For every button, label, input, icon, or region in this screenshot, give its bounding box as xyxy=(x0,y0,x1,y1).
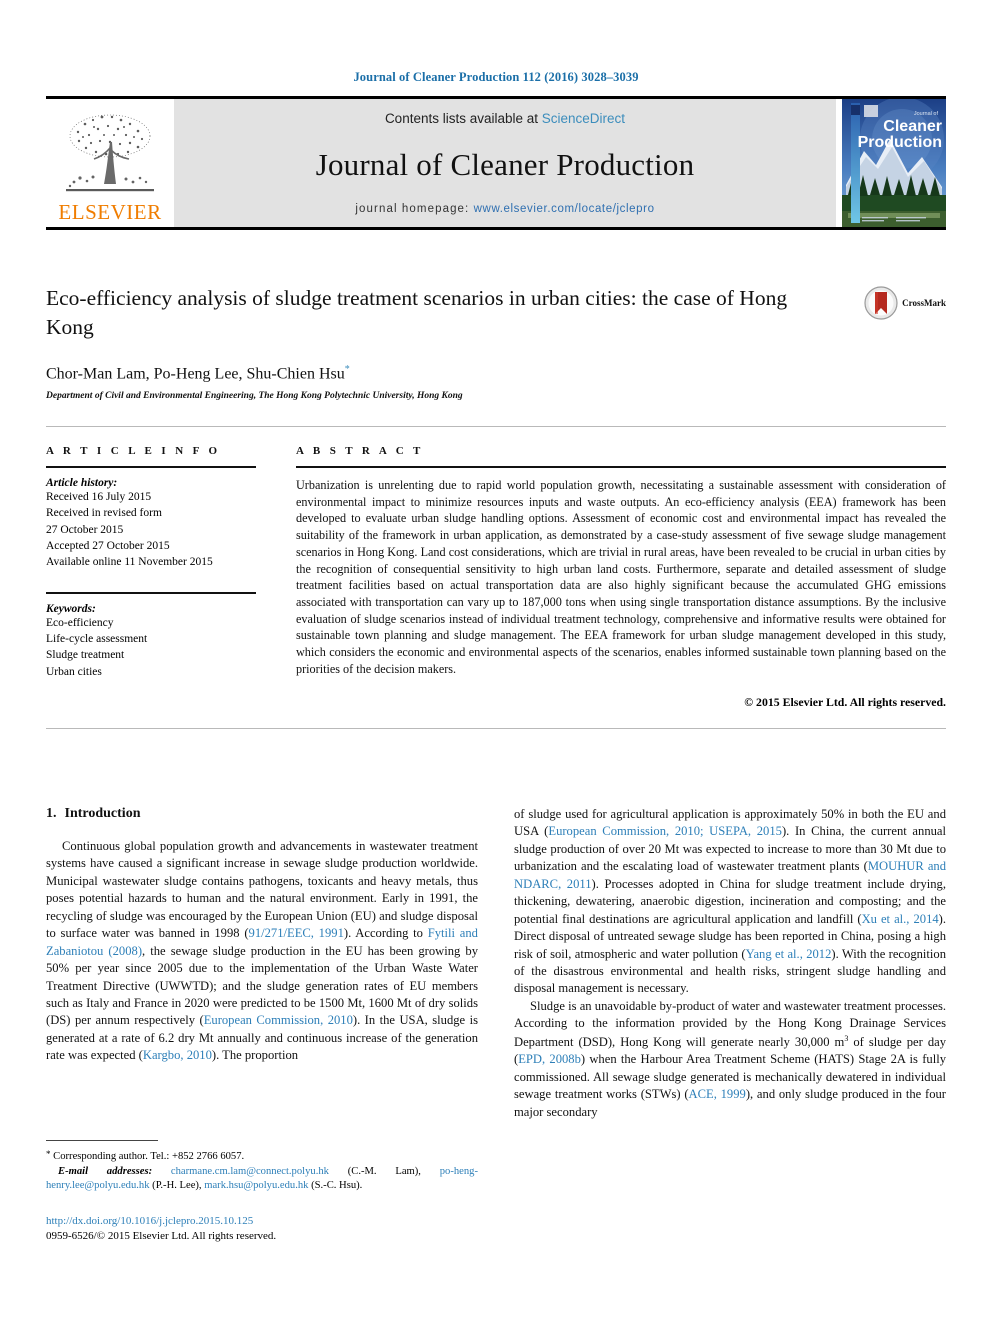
copyright-line: © 2015 Elsevier Ltd. All rights reserved… xyxy=(744,695,946,710)
contents-line: Contents lists available at ScienceDirec… xyxy=(385,111,625,126)
article-info-heading: A R T I C L E I N F O xyxy=(46,445,221,457)
history-item: Received in revised form xyxy=(46,507,162,520)
corresponding-author-note: * Corresponding author. Tel.: +852 2766 … xyxy=(46,1148,478,1165)
history-item: Available online 11 November 2015 xyxy=(46,556,213,569)
footnote-rule xyxy=(46,1140,158,1141)
title-block: Eco-efficiency analysis of sludge treatm… xyxy=(46,284,946,401)
elsevier-tree-icon xyxy=(66,114,154,192)
journal-masthead: ELSEVIER Contents lists available at Sci… xyxy=(46,96,946,230)
abstract-divider xyxy=(296,466,946,468)
article-info-column: A R T I C L E I N F O Article history: R… xyxy=(46,445,278,710)
citation-link[interactable]: 91/271/EEC, 1991 xyxy=(249,926,344,940)
doi-link[interactable]: http://dx.doi.org/10.1016/j.jclepro.2015… xyxy=(46,1214,478,1230)
email-note: E-mail addresses: charmane.cm.lam@connec… xyxy=(46,1165,478,1194)
keyword-item: Life-cycle assessment xyxy=(46,632,148,645)
email-addresses-label: E-mail addresses: xyxy=(58,1165,153,1177)
footnote-block: * Corresponding author. Tel.: +852 2766 … xyxy=(46,1140,478,1245)
citation-link[interactable]: Kargbo, 2010 xyxy=(143,1048,212,1062)
page-title: Eco-efficiency analysis of sludge treatm… xyxy=(46,286,788,340)
history-item: Received 16 July 2015 xyxy=(46,491,152,503)
text-run: ). According to xyxy=(343,926,428,941)
article-page: Journal of Cleaner Production 112 (2016)… xyxy=(0,0,992,1323)
right-column: of sludge used for agricultural applicat… xyxy=(514,806,946,1121)
section-heading-introduction: 1. Introduction xyxy=(46,806,478,822)
info-abstract-panel: A R T I C L E I N F O Article history: R… xyxy=(46,426,946,730)
text-run: Corresponding author. Tel.: +852 2766 60… xyxy=(50,1151,245,1162)
article-history-list: Received 16 July 2015 Received in revise… xyxy=(46,489,256,571)
abstract-heading: A B S T R A C T xyxy=(296,445,424,457)
citation-link[interactable]: Yang et al., 2012 xyxy=(746,947,832,961)
keyword-item: Urban cities xyxy=(46,665,102,678)
corresponding-author-marker: * xyxy=(344,364,350,376)
journal-title: Journal of Cleaner Production xyxy=(315,146,695,182)
contents-prefix: Contents lists available at xyxy=(384,111,542,126)
masthead-center: Contents lists available at ScienceDirec… xyxy=(174,99,836,227)
section-title: Introduction xyxy=(64,806,141,821)
body-columns: 1. Introduction Continuous global populat… xyxy=(46,806,946,1242)
text-run: Continuous global population growth and … xyxy=(46,839,478,941)
keyword-item: Eco-efficiency xyxy=(46,616,114,629)
citation-link[interactable]: Xu et al., 2014 xyxy=(862,912,939,926)
citation-link[interactable]: European Commission, 2010 xyxy=(204,1013,353,1027)
citation-link[interactable]: ACE, 1999 xyxy=(689,1087,746,1101)
svg-text:Journal of: Journal of xyxy=(914,111,939,117)
left-column: 1. Introduction Continuous global populat… xyxy=(46,806,478,1242)
homepage-prefix: journal homepage: xyxy=(355,203,474,215)
email-link[interactable]: charmane.cm.lam@connect.polyu.hk xyxy=(171,1166,329,1177)
citation-link[interactable]: EPD, 2008b xyxy=(518,1052,581,1066)
author-names: Chor-Man Lam, Po-Heng Lee, Shu-Chien Hsu xyxy=(46,365,345,383)
journal-homepage-line: journal homepage: www.elsevier.com/locat… xyxy=(355,203,654,215)
article-history-label: Article history: xyxy=(46,477,118,489)
keywords-list: Eco-efficiency Life-cycle assessment Slu… xyxy=(46,615,256,680)
doi-block: http://dx.doi.org/10.1016/j.jclepro.2015… xyxy=(46,1214,478,1245)
running-head: Journal of Cleaner Production 112 (2016)… xyxy=(353,70,639,84)
paragraph-intro-right-1: of sludge used for agricultural applicat… xyxy=(514,806,946,998)
text-run: ). The proportion xyxy=(211,1048,299,1063)
text-run: (S.-C. Hsu). xyxy=(308,1180,363,1192)
journal-cover-thumbnail: Journal of Cleaner Production xyxy=(842,99,946,227)
keyword-item: Sludge treatment xyxy=(46,649,125,662)
author-list: Chor-Man Lam, Po-Heng Lee, Shu-Chien Hsu… xyxy=(46,364,946,383)
crossmark-badge[interactable]: CrossMark xyxy=(864,286,946,320)
text-run: (P.-H. Lee), xyxy=(149,1180,205,1192)
elsevier-wordmark: ELSEVIER xyxy=(58,200,162,224)
history-item: 27 October 2015 xyxy=(46,523,124,536)
homepage-url-link[interactable]: www.elsevier.com/locate/jclepro xyxy=(474,203,655,215)
history-item: Accepted 27 October 2015 xyxy=(46,539,170,552)
affiliation: Department of Civil and Environmental En… xyxy=(46,390,463,401)
crossmark-icon xyxy=(864,286,898,320)
keywords-divider xyxy=(46,591,256,594)
abstract-text: Urbanization is unrelenting due to rapid… xyxy=(296,478,946,676)
paragraph-intro-left: Continuous global population growth and … xyxy=(46,838,478,1065)
panel-bottom-rule xyxy=(46,728,946,730)
email-link[interactable]: mark.hsu@polyu.edu.hk xyxy=(204,1180,308,1191)
svg-text:Production: Production xyxy=(858,134,942,151)
article-info-divider xyxy=(46,466,256,468)
elsevier-logo: ELSEVIER xyxy=(46,99,174,227)
section-number: 1. xyxy=(46,806,57,821)
text-run: (C.-M. Lam), xyxy=(328,1165,440,1177)
sciencedirect-link[interactable]: ScienceDirect xyxy=(542,111,625,126)
cover-artwork: Journal of Cleaner Production xyxy=(842,99,946,227)
abstract-column: A B S T R A C T Urbanization is unrelent… xyxy=(278,445,946,710)
masthead-bottom-rule xyxy=(46,227,946,230)
issn-copyright-line: 0959-6526/© 2015 Elsevier Ltd. All right… xyxy=(46,1230,277,1243)
keywords-label: Keywords: xyxy=(46,602,96,615)
citation-link[interactable]: European Commission, 2010; USEPA, 2015 xyxy=(548,824,782,838)
svg-text:Cleaner: Cleaner xyxy=(883,118,942,135)
crossmark-label: CrossMark xyxy=(902,298,946,308)
paragraph-intro-right-2: Sludge is an unavoidable by-product of w… xyxy=(514,998,946,1121)
